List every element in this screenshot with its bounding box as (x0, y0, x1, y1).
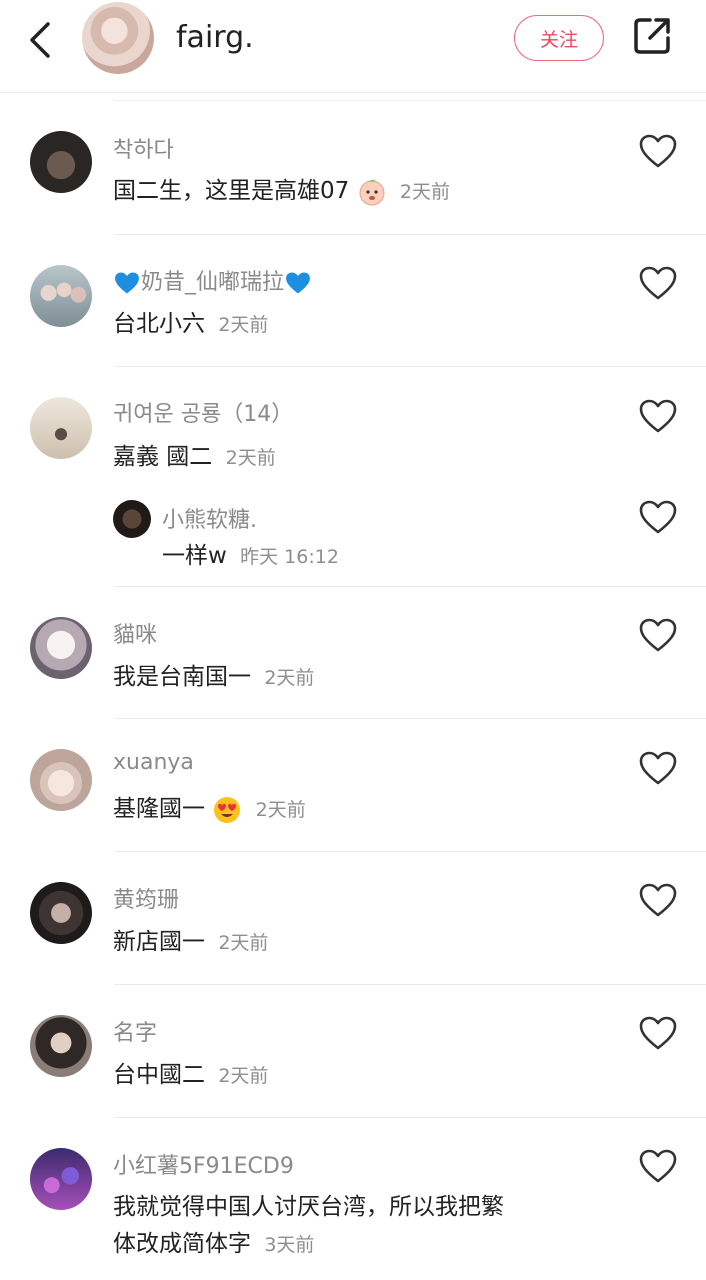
avatar[interactable] (30, 749, 92, 811)
divider (114, 100, 706, 101)
follow-button[interactable]: 关注 (514, 15, 604, 61)
comment-username[interactable]: 奶昔_仙嘟瑞拉 (113, 264, 312, 296)
divider (114, 851, 706, 852)
comment-time: 2天前 (218, 1065, 269, 1087)
divider (114, 366, 706, 367)
comment-time: 2天前 (225, 447, 276, 469)
comment-text: 台中國二 2天前 (113, 1057, 268, 1094)
comment-body: 我是台南国一 (113, 664, 251, 690)
comment-time: 2天前 (255, 799, 306, 821)
comment-username[interactable]: 小红薯5F91ECD9 (113, 1148, 294, 1180)
avatar[interactable] (30, 1148, 92, 1210)
heart-eyes-emoji (214, 796, 241, 823)
comment-text: 国二生，这里是高雄07 2天前 (113, 173, 450, 210)
avatar[interactable] (30, 1015, 92, 1077)
comment-text-continued: 体改成简体字 3天前 (113, 1226, 314, 1263)
comment-time: 2天前 (399, 181, 450, 203)
reply-time: 昨天 16:12 (240, 546, 339, 568)
comment-text: 我就觉得中国人讨厌台湾，所以我把繁 (113, 1194, 504, 1220)
comment-text: 嘉義 國二 2天前 (113, 439, 276, 476)
peach-face-emoji (359, 179, 385, 205)
like-heart-icon[interactable] (638, 499, 678, 535)
comment-time: 2天前 (218, 932, 269, 954)
comment-body: 台北小六 (113, 311, 205, 337)
like-heart-icon[interactable] (638, 398, 678, 434)
author-name[interactable]: fairg. (176, 20, 254, 55)
comment-body: 国二生，这里是高雄07 (113, 178, 350, 204)
blue-heart-emoji (286, 272, 310, 294)
like-heart-icon[interactable] (638, 1015, 678, 1051)
comment-time: 2天前 (218, 314, 269, 336)
comment-username[interactable]: xuanya (113, 750, 194, 775)
comment-body: 嘉義 國二 (113, 444, 213, 470)
comment-text: 台北小六 2天前 (113, 306, 268, 343)
comment-body: 台中國二 (113, 1062, 205, 1088)
comment-username-text: 奶昔_仙嘟瑞拉 (141, 270, 285, 295)
comment-text: 新店國一 2天前 (113, 924, 268, 961)
divider (114, 234, 706, 235)
reply-username[interactable]: 小熊软糖. (162, 502, 257, 534)
chevron-left-icon[interactable] (22, 18, 62, 62)
like-heart-icon[interactable] (638, 882, 678, 918)
comment-username[interactable]: 착하다 (113, 132, 174, 164)
like-heart-icon[interactable] (638, 1148, 678, 1184)
like-heart-icon[interactable] (638, 265, 678, 301)
reply-text: 一样w 昨天 16:12 (162, 538, 339, 575)
avatar[interactable] (30, 617, 92, 679)
comment-time: 2天前 (264, 667, 315, 689)
comment-body: 基隆國一 (113, 796, 205, 822)
comment-username[interactable]: 名字 (113, 1015, 157, 1047)
comment-body: 体改成简体字 (113, 1231, 251, 1257)
comment-username[interactable]: 黄筠珊 (113, 882, 179, 914)
avatar[interactable] (113, 500, 151, 538)
avatar[interactable] (30, 131, 92, 193)
comment-body: 新店國一 (113, 929, 205, 955)
comment-username[interactable]: 貓咪 (113, 617, 157, 649)
comment-username[interactable]: 귀여운 공룡（14） (113, 396, 293, 428)
avatar[interactable] (30, 882, 92, 944)
avatar[interactable] (30, 397, 92, 459)
comment-time: 3天前 (264, 1234, 315, 1256)
comment-text: 基隆國一 2天前 (113, 791, 306, 828)
like-heart-icon[interactable] (638, 133, 678, 169)
divider (114, 984, 706, 985)
like-heart-icon[interactable] (638, 617, 678, 653)
top-bar: fairg. 关注 (0, 0, 706, 93)
reply-body: 一样w (162, 543, 227, 569)
divider (114, 1117, 706, 1118)
divider (114, 718, 706, 719)
author-avatar[interactable] (82, 2, 154, 74)
share-external-icon[interactable] (630, 14, 674, 58)
avatar[interactable] (30, 265, 92, 327)
comment-text: 我是台南国一 2天前 (113, 659, 314, 696)
like-heart-icon[interactable] (638, 750, 678, 786)
divider (114, 586, 706, 587)
blue-heart-emoji (115, 272, 139, 294)
